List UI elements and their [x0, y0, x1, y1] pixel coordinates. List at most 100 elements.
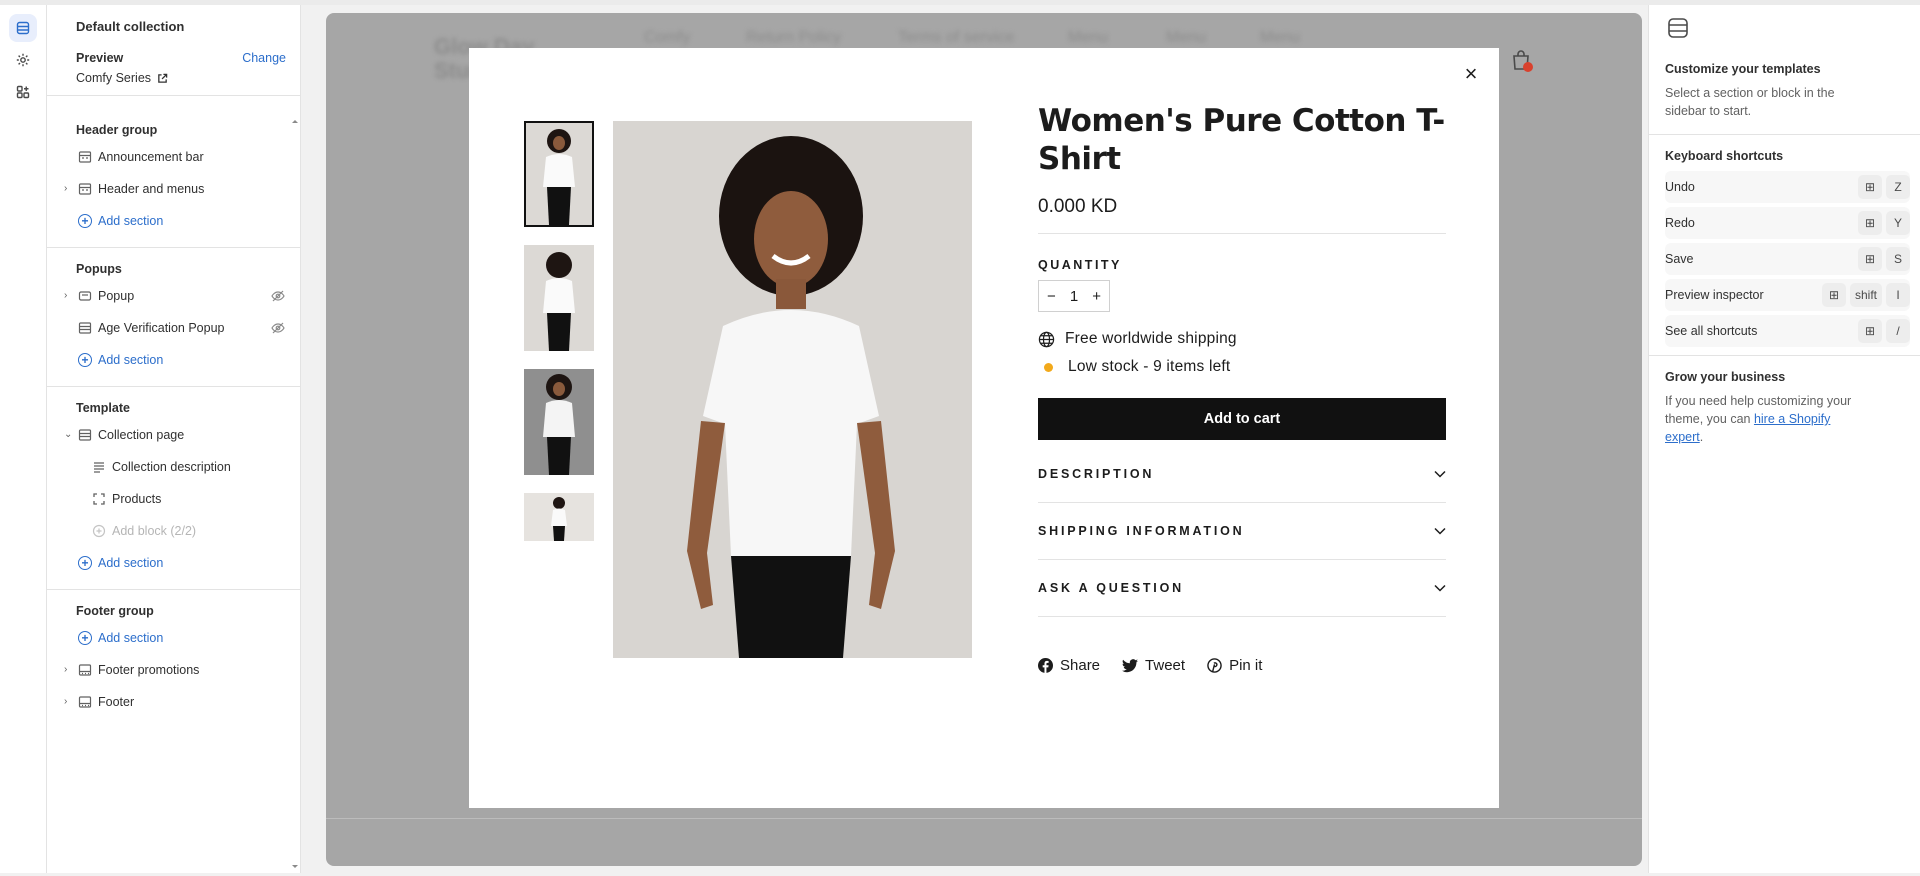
- block-label: Collection description: [112, 460, 231, 474]
- sections-sidebar: Default collection Preview Change Comfy …: [47, 5, 301, 873]
- shortcut-see-all[interactable]: See all shortcuts ⊞ /: [1665, 313, 1920, 349]
- header-group: Header group Announcement bar › Header a…: [47, 111, 301, 248]
- add-section-label: Add section: [98, 214, 164, 228]
- eye-hidden-icon[interactable]: [271, 289, 285, 303]
- shortcut-key: S: [1886, 247, 1910, 271]
- shortcut-key: shift: [1849, 283, 1882, 307]
- preview-value: Comfy Series: [76, 71, 286, 85]
- template-group: Template ⌄ Collection page Collection de…: [47, 387, 301, 590]
- shortcuts-section: Keyboard shortcuts Undo ⊞ Z Redo ⊞ Y Sav…: [1649, 135, 1920, 356]
- chevron-right-icon[interactable]: ›: [64, 697, 74, 707]
- block-products[interactable]: Products: [47, 483, 301, 515]
- twitter-icon: [1122, 658, 1139, 672]
- nav-item: Menu: [1166, 29, 1207, 46]
- product-main-image[interactable]: [613, 121, 972, 658]
- quantity-label: QUANTITY: [1038, 258, 1122, 272]
- shortcut-save: Save ⊞ S: [1665, 241, 1920, 277]
- command-key-icon: ⊞: [1858, 175, 1882, 199]
- plus-circle-icon: [92, 524, 106, 538]
- shortcut-keys: ⊞ Y: [1858, 211, 1910, 235]
- thumbnail-gallery: [524, 121, 594, 559]
- shipping-text: Free worldwide shipping: [1065, 330, 1237, 347]
- cart-icon: [1513, 50, 1533, 72]
- stock-note: Low stock - 9 items left: [1038, 358, 1446, 376]
- nav-item: Menu: [1068, 29, 1109, 46]
- chevron-down-icon[interactable]: ⌄: [64, 430, 74, 440]
- thumbnail-image[interactable]: [524, 369, 594, 475]
- section-header-and-menus[interactable]: › Header and menus: [47, 173, 301, 205]
- stock-status-dot: [1044, 362, 1053, 372]
- external-link-icon[interactable]: [157, 73, 168, 84]
- section-footer[interactable]: › Footer: [47, 686, 301, 718]
- share-twitter-link[interactable]: Tweet: [1122, 657, 1185, 674]
- share-facebook-link[interactable]: Share: [1038, 657, 1100, 674]
- storefront-divider: [326, 818, 1642, 819]
- plus-circle-icon: +: [78, 353, 92, 367]
- template-title[interactable]: Default collection: [76, 19, 286, 41]
- section-label: Header and menus: [98, 182, 205, 196]
- sidebar-scrollbar[interactable]: [290, 117, 300, 873]
- accordion-description[interactable]: DESCRIPTION: [1038, 446, 1446, 503]
- add-block-label: Add block (2/2): [112, 524, 197, 538]
- facebook-icon: [1038, 658, 1053, 673]
- section-age-verification-popup[interactable]: Age Verification Popup: [47, 312, 301, 344]
- shortcut-label: Save: [1665, 252, 1694, 266]
- plus-circle-icon: +: [78, 631, 92, 645]
- section-popup[interactable]: › Popup: [47, 280, 301, 312]
- share-pinterest-link[interactable]: Pin it: [1207, 657, 1262, 674]
- eye-hidden-icon[interactable]: [271, 321, 285, 335]
- accordion-ask-a-question[interactable]: ASK A QUESTION: [1038, 560, 1446, 617]
- chevron-right-icon[interactable]: ›: [64, 291, 74, 301]
- add-to-cart-button[interactable]: Add to cart: [1038, 398, 1446, 440]
- plus-circle-icon: +: [78, 556, 92, 570]
- change-preview-link[interactable]: Change: [242, 51, 286, 65]
- gear-icon[interactable]: [9, 46, 37, 74]
- block-collection-description[interactable]: Collection description: [47, 451, 301, 483]
- product-title: Women's Pure Cotton T-Shirt: [1038, 103, 1445, 177]
- add-section-button[interactable]: + Add section: [47, 205, 301, 237]
- template-sections-icon: [1668, 18, 1688, 38]
- group-title: Template: [76, 401, 130, 415]
- block-label: Products: [112, 492, 162, 506]
- thumbnail-image[interactable]: [524, 245, 594, 351]
- accordion-shipping-information[interactable]: SHIPPING INFORMATION: [1038, 503, 1446, 560]
- footer-section-icon: [78, 696, 92, 708]
- section-label: Collection page: [98, 428, 185, 442]
- share-label: Share: [1060, 657, 1101, 674]
- thumbnail-image[interactable]: [524, 121, 594, 227]
- product-price: 0.000 KD: [1038, 196, 1118, 217]
- preview-area: Glow DayStudio Comfy Return Policy Terms…: [301, 5, 1648, 873]
- increase-quantity-button[interactable]: +: [1092, 288, 1101, 305]
- thumbnail-image[interactable]: [524, 493, 594, 541]
- chevron-right-icon[interactable]: ›: [64, 184, 74, 194]
- add-section-button[interactable]: + Add section: [47, 622, 301, 654]
- group-title: Header group: [76, 123, 158, 137]
- add-section-button[interactable]: + Add section: [47, 547, 301, 579]
- customize-title: Customize your templates: [1665, 62, 1821, 76]
- section-icon: [78, 322, 92, 334]
- quantity-value[interactable]: 1: [1070, 288, 1078, 305]
- section-announcement-bar[interactable]: Announcement bar: [47, 141, 301, 173]
- close-icon[interactable]: ×: [1461, 63, 1481, 85]
- sections-icon[interactable]: [9, 14, 37, 42]
- text-block-icon: [94, 462, 104, 473]
- nav-item: Return Policy: [746, 29, 842, 46]
- grow-text-end: .: [1699, 430, 1704, 444]
- decrease-quantity-button[interactable]: −: [1047, 288, 1056, 305]
- grow-title: Grow your business: [1665, 370, 1786, 384]
- accordion-label: ASK A QUESTION: [1038, 581, 1184, 595]
- shortcut-label: See all shortcuts: [1665, 324, 1758, 338]
- globe-icon: [1038, 331, 1055, 347]
- chevron-right-icon[interactable]: ›: [64, 665, 74, 675]
- customize-section: Customize your templates Select a sectio…: [1649, 5, 1920, 135]
- section-collection-page[interactable]: ⌄ Collection page: [47, 419, 301, 451]
- shortcut-keys: ⊞ Z: [1858, 175, 1910, 199]
- plus-circle-icon: +: [78, 214, 92, 228]
- customize-text: Select a section or block in the sidebar…: [1665, 86, 1835, 118]
- section-label: Popup: [98, 289, 135, 303]
- section-label: Footer: [98, 695, 135, 709]
- apps-icon[interactable]: [9, 78, 37, 106]
- divider: [1038, 233, 1446, 234]
- add-section-button[interactable]: + Add section: [47, 344, 301, 376]
- section-footer-promotions[interactable]: › Footer promotions: [47, 654, 301, 686]
